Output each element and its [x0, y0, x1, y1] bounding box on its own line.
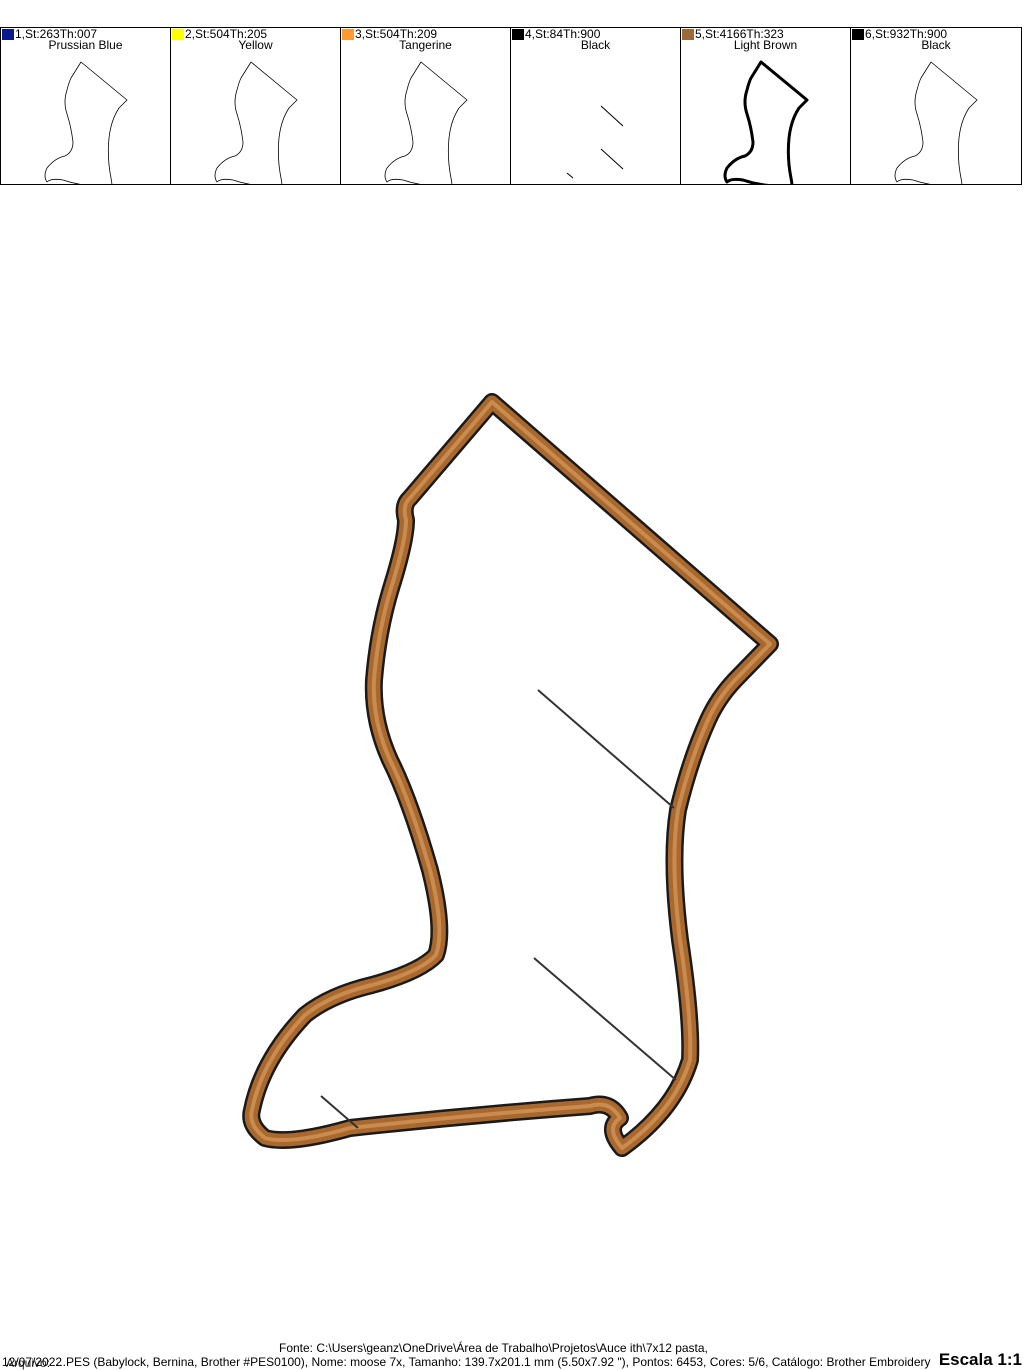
stocking-thumb-outline — [384, 61, 468, 184]
fold-line-lower — [533, 957, 677, 1081]
thread-cell: 1,St:263Th:007 Prussian Blue — [0, 28, 170, 184]
file-label: Arquivo: — [6, 1356, 51, 1370]
stocking-thumb-outline — [723, 60, 809, 184]
stitch-line — [600, 105, 624, 127]
thread-thumbnail — [723, 60, 809, 184]
thread-thumbnail — [384, 61, 468, 184]
thread-thumbnail — [894, 61, 978, 184]
stocking-satin-outline — [244, 395, 777, 1155]
scale-label: Escala 1:1 — [938, 1350, 1022, 1369]
thread-thumbnail — [44, 61, 128, 184]
file-details: ...PES (Babylock, Bernina, Brother #PES0… — [56, 1355, 931, 1369]
stocking-thumb-outline — [894, 61, 978, 184]
thread-color-strip: 1,St:263Th:007 Prussian Blue 2,St:504Th:… — [0, 27, 1022, 185]
stocking-thumb-outline — [44, 61, 128, 184]
stocking-thumb-outline — [214, 61, 298, 184]
thread-thumbnail — [214, 61, 298, 184]
stitch-line — [566, 172, 574, 179]
thread-cell: 6,St:932Th:900 Black — [850, 28, 1022, 184]
source-path: Fonte: C:\Users\geanz\OneDrive\Área de T… — [279, 1341, 708, 1355]
design-canvas — [242, 393, 779, 1157]
thread-cell: 3,St:504Th:209 Tangerine — [340, 28, 510, 184]
fold-line-upper — [537, 689, 675, 809]
thread-thumbnail — [566, 105, 624, 179]
thread-cell: 2,St:504Th:205 Yellow — [170, 28, 340, 184]
thread-cell: 4,St:84Th:900 Black — [510, 28, 680, 184]
thread-cell: 5,St:4166Th:323 Light Brown — [680, 28, 850, 184]
stitch-line — [600, 148, 624, 170]
